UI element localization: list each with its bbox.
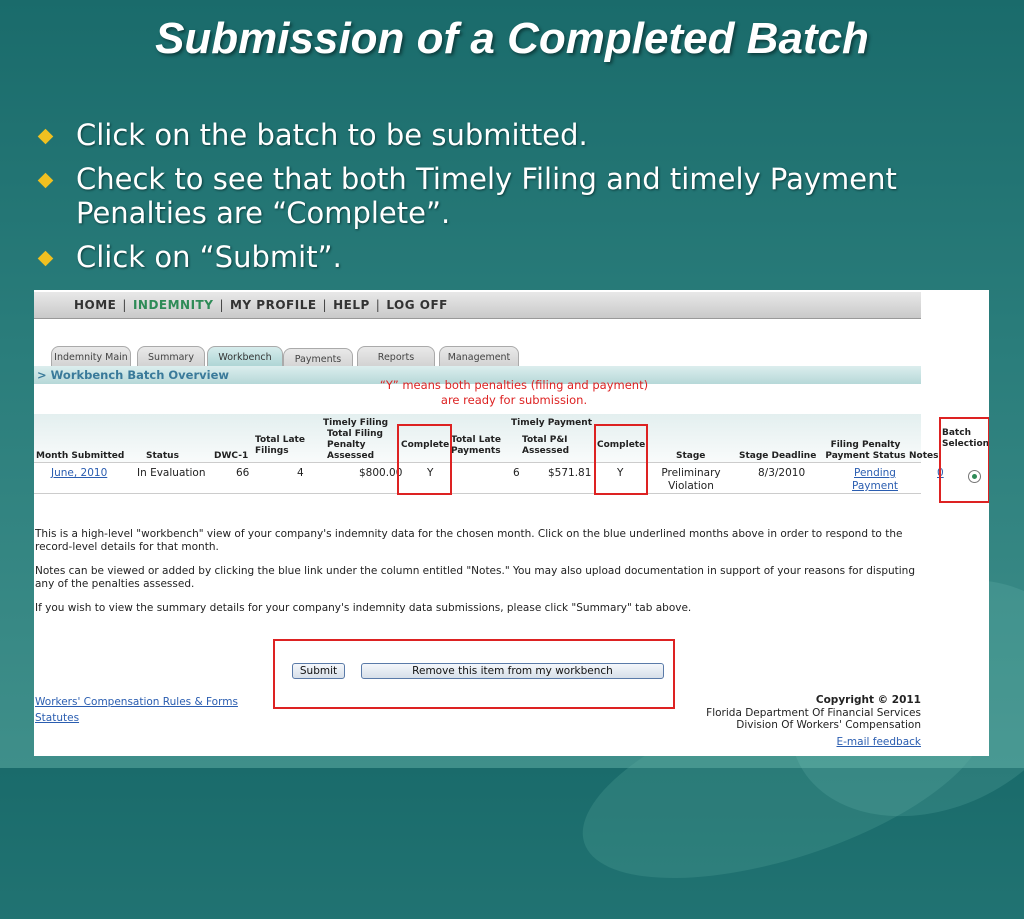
cell-stage: Preliminary Violation [654,467,728,493]
nav-separator: | [219,298,224,312]
bullet-text: Click on “Submit”. [76,240,342,274]
nav-indemnity[interactable]: INDEMNITY [133,298,214,312]
col-stage-deadline: Stage Deadline [739,451,817,461]
col-total-filing-penalty: Total Filing Penalty Assessed [327,429,383,461]
org-name: Florida Department Of Financial Services [706,706,921,719]
cell-filing-penalty: $800.00 [359,467,403,479]
col-total-late-payments: Total Late Payments [451,435,501,456]
bullet-item: Click on the batch to be submitted. [37,118,938,152]
top-navigation: HOME | INDEMNITY | MY PROFILE | HELP | LOG OFF [34,292,921,319]
diamond-bullet-icon [37,250,54,267]
rules-forms-link[interactable]: Workers' Compensation Rules & Forms [35,694,238,710]
nav-home[interactable]: HOME [74,298,116,312]
email-feedback-link[interactable]: E-mail feedback [706,736,922,749]
month-link[interactable]: June, 2010 [51,467,107,480]
stage-line: Violation [668,480,714,492]
breadcrumb: > Workbench Batch Overview [37,368,229,382]
nav-separator: | [375,298,381,312]
nav-my-profile[interactable]: MY PROFILE [230,298,317,312]
nav-log-off[interactable]: LOG OFF [386,298,448,312]
bullet-text: Click on the batch to be submitted. [76,118,588,152]
stage-line: Preliminary [661,467,721,479]
help-paragraph: This is a high-level "workbench" view of… [35,528,903,553]
group-header-timely-payment: Timely Payment [511,418,592,428]
bullet-text: Check to see that both Timely Filing and… [76,162,897,230]
cell-total-late-filings: 4 [297,467,304,479]
annotation-text: “Y” means both penalties (filing and pay… [379,378,649,407]
diamond-bullet-icon [37,128,54,145]
footer-info: Copyright © 2011 Florida Department Of F… [706,694,921,748]
highlight-box-complete-filing [397,424,452,495]
bullet-item: Click on “Submit”. [37,240,938,274]
cell-dwc1: 66 [236,467,250,479]
help-paragraph: If you wish to view the summary details … [35,602,692,614]
app-screenshot: HOME | INDEMNITY | MY PROFILE | HELP | LOG OFF I… [34,290,989,756]
col-notes: Notes [909,451,939,461]
highlight-box-complete-payment [594,424,648,495]
payment-status-line[interactable]: Pending [854,467,896,479]
cell-total-late-payments: 6 [513,467,520,479]
nav-separator: | [322,298,328,312]
nav-help[interactable]: HELP [333,298,370,312]
row-divider [34,493,921,494]
help-paragraph: Notes can be viewed or added by clicking… [35,565,915,590]
col-stage: Stage [676,451,706,461]
diamond-bullet-icon [37,172,54,189]
slide-title: Submission of a Completed Batch [155,14,869,63]
payment-status-link[interactable]: Pending Payment [834,467,916,493]
col-status: Status [146,451,179,461]
remove-from-workbench-button[interactable]: Remove this item from my workbench [361,663,664,679]
highlight-box-batch-selection [939,417,989,503]
col-month-submitted: Month Submitted [36,451,125,461]
statutes-link[interactable]: Statutes [35,710,238,726]
col-total-late-filings: Total Late Filings [255,435,305,456]
group-header-timely-filing: Timely Filing [323,418,389,428]
col-filing-penalty-status: Filing Penalty Payment Status [825,440,906,461]
nav-separator: | [122,298,127,312]
submit-button[interactable]: Submit [292,663,345,679]
col-dwc1: DWC-1 [214,451,249,461]
copyright: Copyright © 2011 [815,694,921,706]
cell-total-pi: $571.81 [548,467,592,479]
col-total-pi: Total P&I Assessed [522,435,570,456]
bullet-item: Check to see that both Timely Filing and… [37,162,938,230]
bullet-list: Click on the batch to be submitted. Chec… [37,118,938,284]
cell-stage-deadline: 8/3/2010 [758,467,806,479]
payment-status-line[interactable]: Payment [852,480,898,492]
footer-links: Workers' Compensation Rules & Forms Stat… [35,694,238,726]
cell-status: In Evaluation [137,467,206,479]
division-name: Division Of Workers' Compensation [736,719,921,731]
